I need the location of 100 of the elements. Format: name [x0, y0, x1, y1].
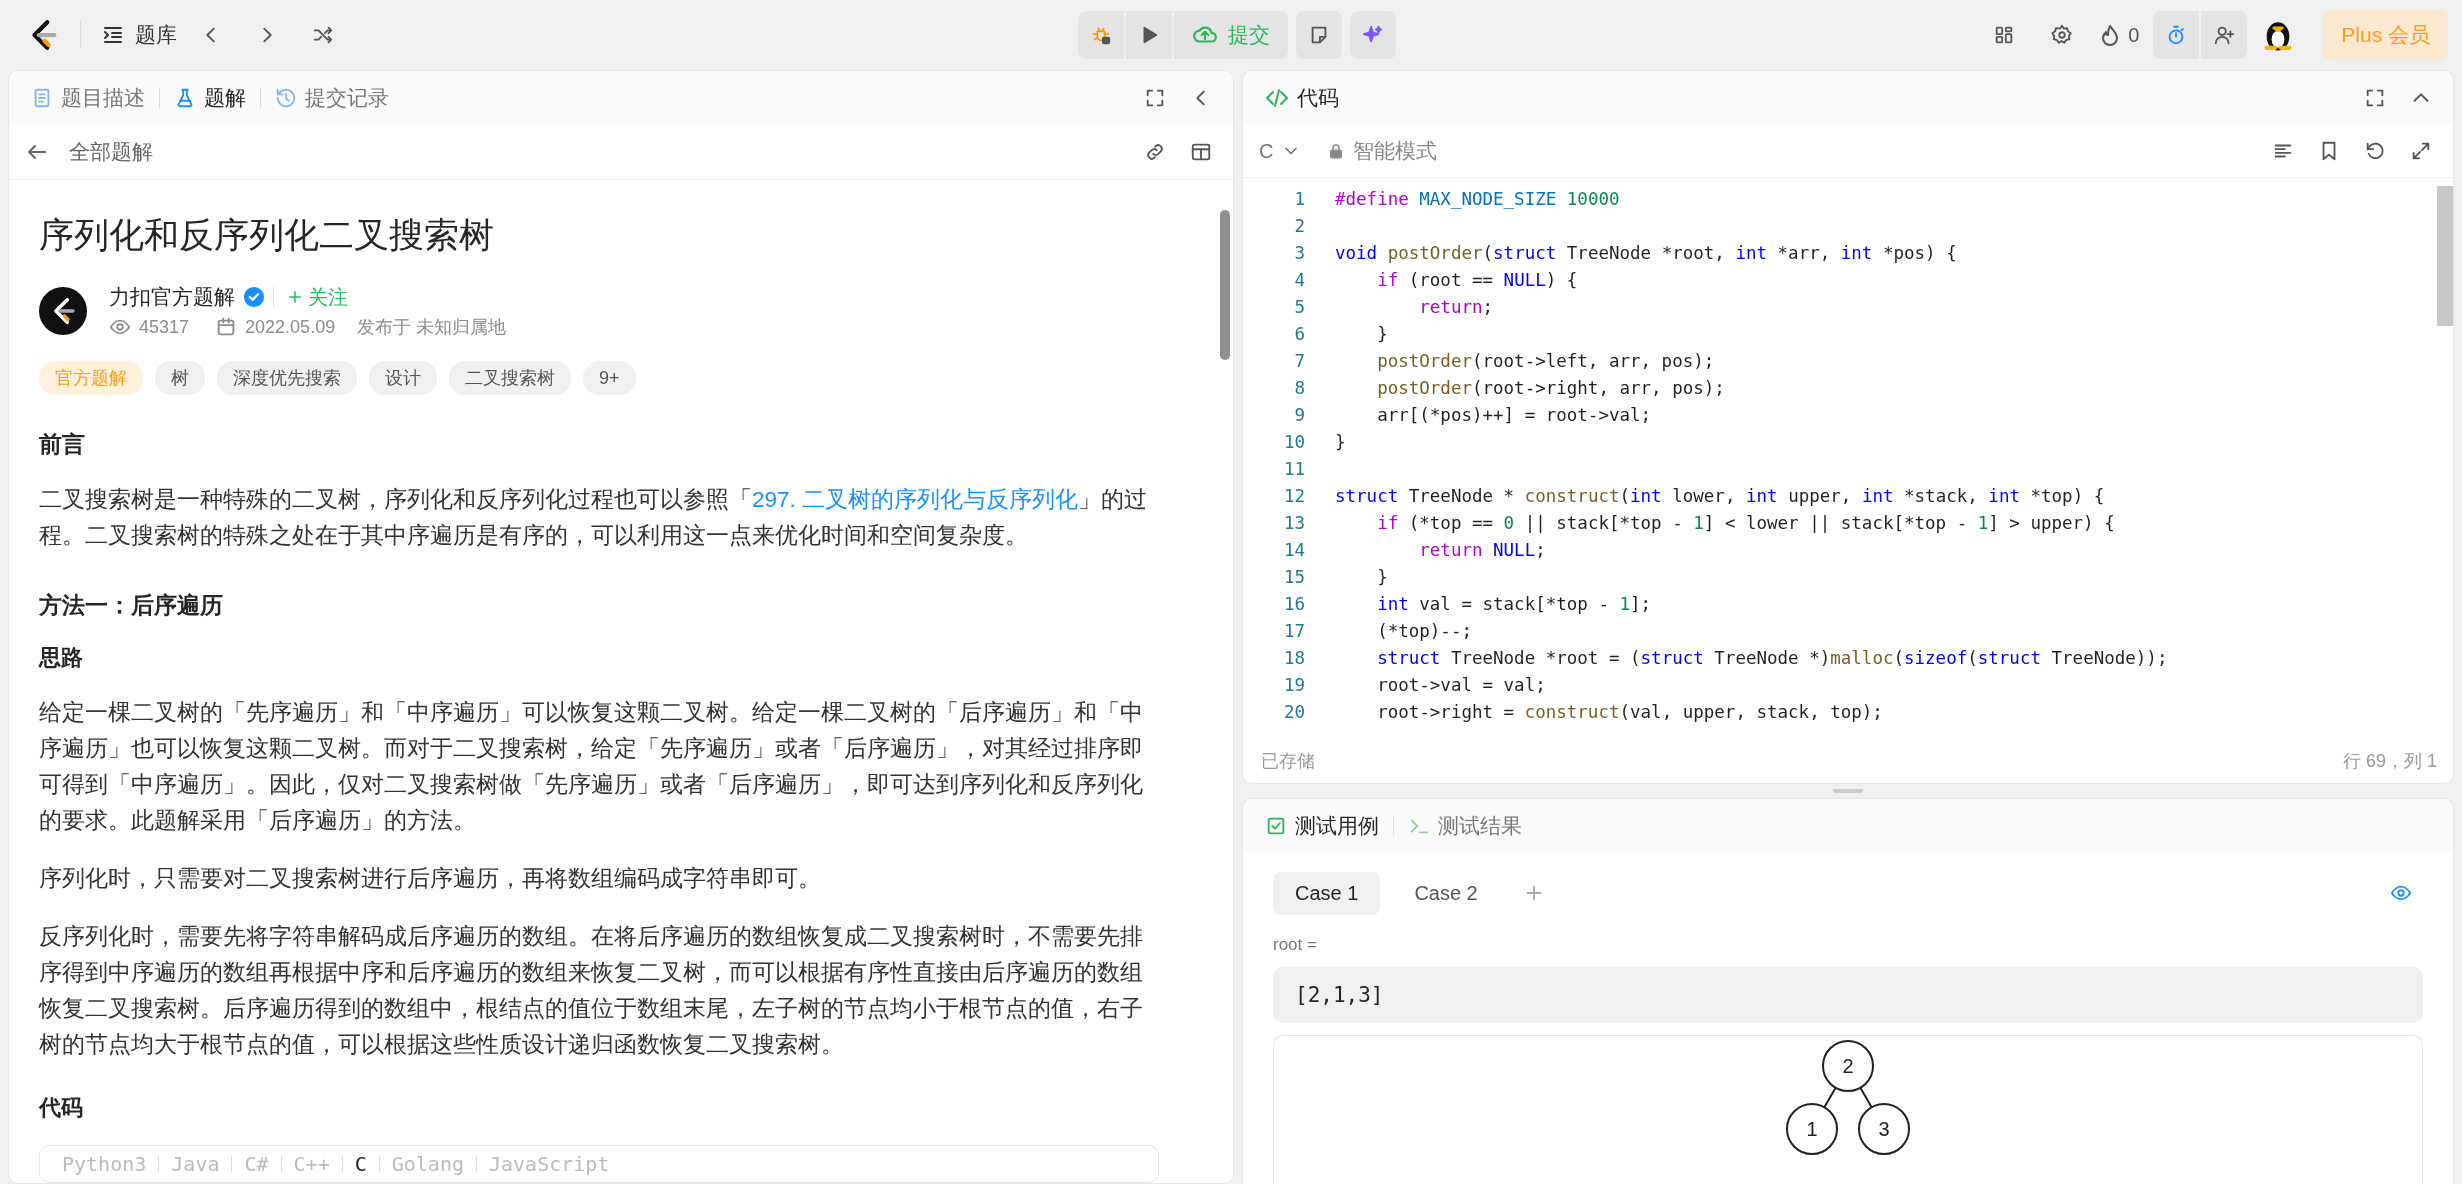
line-number: 20 — [1282, 701, 1305, 724]
view-count: 45317 — [139, 316, 190, 338]
code-line: } — [1376, 566, 1388, 589]
code-line: int val = stack[*top - 1]; — [1376, 593, 1652, 616]
fullscreen-icon — [2410, 140, 2432, 162]
case-tab[interactable]: Case 1 — [1273, 871, 1381, 915]
panel-tab[interactable]: 题目描述 — [27, 78, 149, 118]
code-line: } — [1335, 431, 1346, 454]
save-status: 已存储 — [1261, 750, 1315, 773]
code-line: arr[(*pos)++] = root->val; — [1376, 404, 1652, 427]
copy-link-icon — [1144, 141, 1166, 163]
tag[interactable]: 设计 — [369, 361, 437, 395]
line-number: 12 — [1282, 485, 1305, 508]
code-line: postOrder(root->right, arr, pos); — [1376, 377, 1725, 400]
line-number: 18 — [1282, 647, 1305, 670]
parameter-label: root = — [1273, 935, 1318, 955]
code-icon — [1265, 86, 1289, 110]
history-icon — [275, 87, 297, 109]
editor-mode-label: 智能模式 — [1353, 138, 1438, 164]
code-line: if (root == NULL) { — [1376, 269, 1578, 292]
streak-button[interactable]: 0 — [2098, 23, 2140, 47]
tag[interactable]: 树 — [155, 361, 205, 395]
tag[interactable]: 深度优先搜索 — [217, 361, 357, 395]
panel-tab[interactable]: 提交记录 — [271, 78, 393, 118]
sparkle-button[interactable] — [1350, 11, 1396, 59]
back-link[interactable]: 全部题解 — [25, 138, 153, 166]
code-line: void postOrder(struct TreeNode *root, int *arr, int *pos) { — [1335, 242, 1957, 265]
line-number: 5 — [1293, 296, 1305, 319]
code-line: root->val = val; — [1376, 674, 1546, 697]
maximize-icon — [1144, 87, 1166, 109]
code-line: if (*top == 0 || stack[*top - 1] < lower || stack[*top - 1] > upper) { — [1376, 512, 2115, 535]
line-number: 1 — [1293, 188, 1305, 211]
tag[interactable]: 9+ — [583, 361, 636, 395]
code-line: struct TreeNode * construct(int lower, int upper, int *stack, int *top) { — [1335, 485, 2105, 508]
code-line: root->right = construct(val, upper, stack, top); — [1376, 701, 1883, 724]
section-heading: 前言 — [39, 430, 86, 459]
run-button[interactable] — [1126, 11, 1172, 59]
line-number: 2 — [1293, 215, 1305, 238]
problem-list-button[interactable]: 题库 — [101, 21, 177, 49]
panel-tab[interactable]: 题解 — [170, 78, 250, 118]
tree-edge — [1859, 1086, 1873, 1109]
paragraph: 反序列化时，需要先将字符串解码成后序遍历的数组。在将后序遍历的数组恢复成二叉搜索树时，不需要先排序得到中序遍历的数组再根据中序和后序遍历的数组来恢复二叉树，而可以根据有序性直接由后序遍历的数组恢复二叉搜索树。后序遍历得到的数组中，根结点的值位于数组末尾，左子树的节点均小于根节点的值，右子树的节点均大于根节点的值，可以根据这些性质设计递归函数恢复二叉搜索树。 — [39, 923, 1144, 1059]
code-line: (*top)--; — [1376, 620, 1472, 643]
tree-node: 2 — [1822, 1040, 1874, 1092]
split-view-icon — [1190, 141, 1212, 163]
line-number: 10 — [1282, 431, 1305, 454]
add-user-button[interactable] — [2201, 11, 2248, 59]
tag[interactable]: 二叉搜索树 — [449, 361, 571, 395]
line-number: 3 — [1293, 242, 1305, 265]
paragraph: 二叉搜索树是一种特殊的二叉树，序列化和反序列化过程也可以参照「297. 二叉树的序列化与反序列化」的过程。二叉搜索树的特殊之处在于其中序遍历是有序的，可以利用这一点来优化时间和空间复杂度。 — [39, 486, 1149, 550]
line-number: 13 — [1282, 512, 1305, 535]
panel-tab[interactable]: 测试结果 — [1404, 806, 1526, 846]
code-line: postOrder(root->left, arr, pos); — [1376, 350, 1715, 373]
case-tab[interactable]: Case 2 — [1392, 871, 1500, 915]
line-number: 7 — [1293, 350, 1305, 373]
settings-icon — [2051, 24, 2074, 46]
shuffle-icon — [312, 24, 334, 46]
code-line: return NULL; — [1418, 539, 1546, 562]
line-number: 4 — [1293, 269, 1305, 292]
line-number: 17 — [1282, 620, 1305, 643]
tree-node: 1 — [1786, 1103, 1838, 1155]
tree-edge — [1823, 1086, 1837, 1109]
resize-handle[interactable] — [1833, 789, 1863, 793]
line-number: 14 — [1282, 539, 1305, 562]
paragraph: 序列化时，只需要对二叉搜索树进行后序遍历，再将数组编码成字符串即可。 — [39, 865, 822, 893]
subsection-heading: 代码 — [39, 1094, 84, 1122]
timer-button[interactable] — [2153, 11, 2200, 59]
reset-icon — [2364, 140, 2386, 162]
line-number: 9 — [1293, 404, 1305, 427]
debug-button[interactable] — [1078, 11, 1124, 59]
code-line: return; — [1418, 296, 1494, 319]
checkbox-icon — [1265, 815, 1287, 837]
publish-location: 发布于 未知归属地 — [357, 316, 507, 339]
add-user-icon — [2213, 24, 2236, 46]
subsection-heading: 思路 — [39, 644, 84, 672]
tree-node: 3 — [1858, 1103, 1910, 1155]
line-number: 11 — [1282, 458, 1305, 481]
line-number: 15 — [1282, 566, 1305, 589]
plus-icon — [286, 288, 304, 306]
note-button[interactable] — [1296, 11, 1342, 59]
maximize-icon — [2364, 87, 2386, 109]
problem-link[interactable]: 297. 二叉树的序列化与反序列化 — [752, 487, 1079, 512]
publish-date: 2022.05.09 — [245, 316, 336, 338]
paragraph: 给定一棵二叉树的「先序遍历」和「中序遍历」可以恢复这颗二叉树。给定一棵二叉树的「后序遍历」和「中序遍历」也可以恢复这颗二叉树。而对于二叉搜索树，给定「先序遍历」或者「后序遍历」，对其经过排序即可得到「中序遍历」。因此，仅对二叉搜索树做「先序遍历」或者「后序遍历」，即可达到序列化和反序列化的要求。此题解采用「后序遍历」的方法。 — [39, 699, 1144, 835]
article-title: 序列化和反序列化二叉搜索树 — [39, 214, 495, 256]
code-line: } — [1376, 323, 1388, 346]
panel-tab[interactable]: 测试用例 — [1261, 806, 1383, 846]
line-number: 16 — [1282, 593, 1305, 616]
line-number: 19 — [1282, 674, 1305, 697]
panel-title: 代码 — [1261, 78, 1343, 118]
author-name[interactable]: 力扣官方题解 — [109, 283, 235, 311]
line-number: 8 — [1293, 377, 1305, 400]
line-number: 6 — [1293, 323, 1305, 346]
code-language-tab[interactable]: C — [354, 1152, 367, 1176]
code-line: #define MAX_NODE_SIZE 10000 — [1335, 188, 1620, 211]
code-line: struct TreeNode *root = (struct TreeNode *)malloc(sizeof(struct TreeNode)); — [1376, 647, 2168, 670]
cursor-position: 行 69，列 1 — [2342, 750, 2437, 773]
section-heading: 方法一：后序遍历 — [39, 591, 224, 620]
input-field[interactable]: [2,1,3] — [1273, 967, 2423, 1023]
language-dropdown[interactable]: C — [1259, 139, 1302, 163]
